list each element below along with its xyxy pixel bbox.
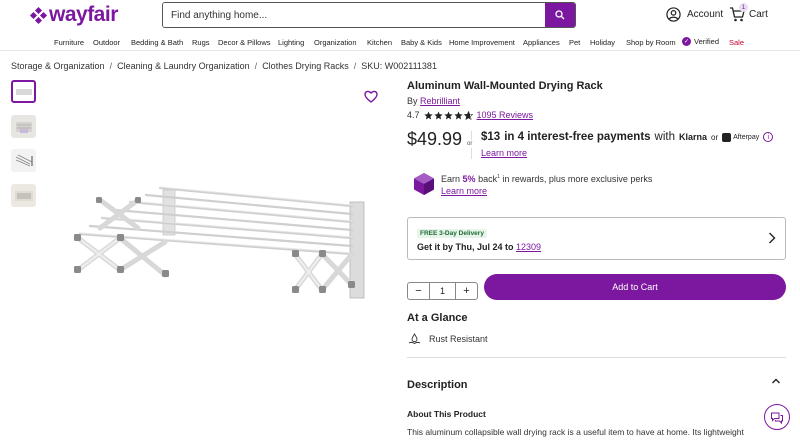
nav-item-rugs[interactable]: Rugs xyxy=(192,38,210,47)
rewards-percent: 5% xyxy=(462,174,476,184)
rewards-cube-icon xyxy=(414,173,434,195)
nav-item-outdoor[interactable]: Outdoor xyxy=(93,38,120,47)
star-icon xyxy=(433,110,443,119)
product-title: Aluminum Wall-Mounted Drying Rack xyxy=(407,80,603,92)
cart-count-badge: 1 xyxy=(739,3,748,12)
delivery-card[interactable]: FREE 3-Day Delivery Get it by Thu, Jul 2… xyxy=(407,217,786,260)
quantity-decrease-button[interactable]: − xyxy=(408,283,429,299)
category-nav: Furniture Outdoor Bedding & Bath Rugs De… xyxy=(0,34,800,51)
star-icon xyxy=(443,110,453,119)
rust-resistant-icon xyxy=(408,333,421,345)
logo-mark-icon xyxy=(29,6,48,24)
zip-code-link[interactable]: 12309 xyxy=(516,242,541,252)
breadcrumb-separator: / xyxy=(109,61,113,71)
search-icon xyxy=(555,10,565,20)
delivery-estimate: Get it by Thu, Jul 24 to 12309 xyxy=(417,242,542,252)
account-button[interactable]: Account xyxy=(666,7,723,22)
rating-stars xyxy=(423,110,473,120)
breadcrumb-sku: SKU: W002111381 xyxy=(361,61,437,71)
nav-item-verified-label: Verified xyxy=(694,37,720,46)
chat-icon xyxy=(771,412,783,424)
or-label: or xyxy=(467,140,473,148)
product-thumbnail-3[interactable] xyxy=(11,149,36,172)
nav-item-sale[interactable]: Sale xyxy=(729,38,744,47)
nav-item-kitchen[interactable]: Kitchen xyxy=(367,38,392,47)
brand-link[interactable]: Rebrilliant xyxy=(420,96,460,106)
search-input[interactable] xyxy=(163,3,545,27)
reviews-link[interactable]: 1095 Reviews xyxy=(477,110,534,120)
chat-button[interactable] xyxy=(764,404,790,430)
chevron-up-icon[interactable] xyxy=(771,377,781,385)
favorite-heart-icon[interactable] xyxy=(364,90,378,103)
breadcrumb-cleaning[interactable]: Cleaning & Laundry Organization xyxy=(117,61,250,71)
installment-offer: $13 in 4 interest-free payments with Kla… xyxy=(481,131,774,143)
cart-label: Cart xyxy=(749,8,768,20)
nav-item-decor-pillows[interactable]: Decor & Pillows xyxy=(218,38,271,47)
description-body: This aluminum collapsible wall drying ra… xyxy=(407,427,744,437)
star-half-icon xyxy=(463,110,473,120)
logo-text: wayfair xyxy=(49,3,118,26)
cart-button[interactable]: 1 Cart xyxy=(729,3,768,23)
product-thumbnail-4[interactable] xyxy=(11,184,36,207)
installment-learn-more-link[interactable]: Learn more xyxy=(481,148,527,158)
rating-value: 4.7 xyxy=(407,110,420,120)
star-icon xyxy=(423,110,433,119)
info-icon[interactable]: i xyxy=(763,132,774,142)
rating-row: 4.7 1095 Reviews xyxy=(407,110,533,120)
quantity-stepper: − 1 + xyxy=(407,282,478,300)
product-thumbnail-1[interactable] xyxy=(11,80,36,103)
by-label: By xyxy=(407,96,418,106)
product-price: $49.99 xyxy=(407,129,463,149)
product-thumbnail-2[interactable] xyxy=(11,115,36,138)
at-a-glance-heading: At a Glance xyxy=(407,312,468,324)
product-image-drying-rack xyxy=(74,186,365,299)
breadcrumb-separator: / xyxy=(353,61,357,71)
rewards-learn-more-link[interactable]: Learn more xyxy=(441,186,487,196)
glance-feature: Rust Resistant xyxy=(408,333,488,345)
site-header: wayfair Account 1 Cart xyxy=(0,0,800,32)
breadcrumb: Storage & Organization / Cleaning & Laun… xyxy=(11,61,437,71)
account-icon xyxy=(666,7,681,22)
nav-item-organization[interactable]: Organization xyxy=(314,38,357,47)
star-icon xyxy=(453,110,463,119)
verified-check-icon: ✓ xyxy=(682,37,691,46)
breadcrumb-separator: / xyxy=(254,61,258,71)
rewards-text: Earn 5% back1 in rewards, plus more excl… xyxy=(441,174,653,184)
section-divider xyxy=(407,357,786,358)
quantity-value[interactable]: 1 xyxy=(429,283,456,299)
installment-amount: $13 xyxy=(481,131,501,143)
free-delivery-badge: FREE 3-Day Delivery xyxy=(417,229,487,238)
glance-feature-label: Rust Resistant xyxy=(429,334,488,344)
nav-item-lighting[interactable]: Lighting xyxy=(278,38,304,47)
afterpay-mark-icon xyxy=(722,132,732,142)
breadcrumb-storage[interactable]: Storage & Organization xyxy=(11,61,105,71)
quantity-increase-button[interactable]: + xyxy=(456,283,477,299)
nav-item-bedding-bath[interactable]: Bedding & Bath xyxy=(131,38,183,47)
nav-item-furniture[interactable]: Furniture xyxy=(54,38,84,47)
nav-item-holiday[interactable]: Holiday xyxy=(590,38,615,47)
breadcrumb-drying-racks[interactable]: Clothes Drying Racks xyxy=(262,61,349,71)
nav-item-pet[interactable]: Pet xyxy=(569,38,580,47)
nav-item-baby-kids[interactable]: Baby & Kids xyxy=(401,38,442,47)
installment-with: with xyxy=(654,131,675,143)
about-product-heading: About This Product xyxy=(407,409,486,419)
account-label: Account xyxy=(687,9,724,20)
nav-item-shop-by-room[interactable]: Shop by Room xyxy=(626,38,676,47)
add-to-cart-button[interactable]: Add to Cart xyxy=(484,274,786,300)
afterpay-logo: Afterpay xyxy=(722,132,759,142)
search-bar xyxy=(162,2,576,28)
klarna-logo: Klarna xyxy=(679,132,708,142)
wayfair-logo[interactable]: wayfair xyxy=(29,3,118,27)
chevron-right-icon xyxy=(769,232,776,244)
product-brand-line: By Rebrilliant xyxy=(407,96,460,106)
nav-item-home-improvement[interactable]: Home Improvement xyxy=(449,38,515,47)
search-button[interactable] xyxy=(545,3,575,27)
afterpay-or: or xyxy=(711,132,719,142)
installment-text: in 4 interest-free payments xyxy=(504,131,651,143)
nav-item-appliances[interactable]: Appliances xyxy=(523,38,560,47)
nav-item-verified[interactable]: ✓ Verified xyxy=(682,37,719,46)
description-heading[interactable]: Description xyxy=(407,379,468,391)
